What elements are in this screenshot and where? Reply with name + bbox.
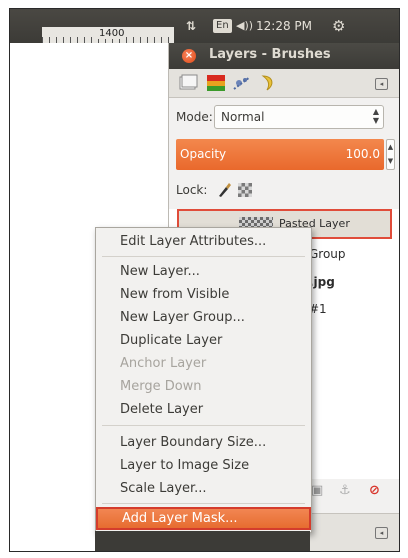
mode-value: Normal [221,110,265,124]
menu-item-layer-to-image-size[interactable]: Layer to Image Size [96,454,311,477]
brushes-tab-icon[interactable] [231,73,255,93]
top-panel: 1400 ⇅ En ◀)) 12:28 PM ⚙ [10,9,399,43]
menu-item-layer-boundary-size[interactable]: Layer Boundary Size... [96,431,311,454]
menu-item-new-layer-group[interactable]: New Layer Group... [96,306,311,329]
volume-icon[interactable]: ◀)) [236,17,253,35]
dock-title: Layers - Brushes [209,47,331,62]
dock-menu-button[interactable]: ◂ [375,527,388,539]
menu-item-anchor-layer: Anchor Layer [120,356,207,371]
menu-overflow-area [95,531,310,551]
opacity-value: 100.0 [345,147,380,161]
layers-tab-icon[interactable] [205,73,229,93]
menu-item-edit-layer-attributes[interactable]: Edit Layer Attributes... [96,230,311,253]
ruler-label: 1400 [98,28,126,39]
opacity-slider[interactable]: Opacity 100.0 [176,139,384,170]
anchor-layer-icon[interactable]: ⚓ [339,483,351,498]
paths-tab-icon[interactable] [177,73,201,93]
keyboard-layout-indicator[interactable]: En [213,19,232,33]
gear-icon[interactable]: ⚙ [332,17,345,35]
clock[interactable]: 12:28 PM [256,17,312,35]
layers-context-menu: Edit Layer Attributes... New Layer... Ne… [95,227,312,533]
menu-item-scale-layer[interactable]: Scale Layer... [96,477,311,500]
menu-separator [102,256,305,257]
menu-item-delete-layer[interactable]: Delete Layer [96,398,311,421]
mode-row: Mode: Normal ▲ ▼ [169,105,399,131]
lock-alpha-icon[interactable] [238,183,252,197]
lock-label: Lock: [176,183,208,197]
opacity-spin-buttons[interactable]: ▲ ▼ [386,139,395,170]
close-button[interactable]: × [182,49,196,63]
menu-item-add-layer-mask[interactable]: Add Layer Mask... [96,507,311,530]
mode-select[interactable]: Normal ▲ ▼ [214,105,384,129]
network-icon[interactable]: ⇅ [186,17,196,35]
menu-item-duplicate-layer[interactable]: Duplicate Layer [96,329,311,352]
screenshot-frame: 1400 ⇅ En ◀)) 12:28 PM ⚙ × Layers - Brus… [9,8,400,552]
chevron-updown-icon: ▲ ▼ [372,107,379,125]
lock-pixels-icon[interactable] [216,182,232,198]
delete-layer-icon[interactable]: ⊘ [369,483,380,498]
dock-tabs: ◂ [169,69,399,98]
menu-item-new-layer[interactable]: New Layer... [96,260,311,283]
menu-item-merge-down: Merge Down [120,379,202,394]
layer-item[interactable]: Group [309,247,346,261]
layer-item[interactable]: .jpg [309,275,335,289]
dock-titlebar: × Layers - Brushes [169,43,399,69]
menu-separator [102,503,305,504]
duplicate-layer-icon[interactable]: ▣ [311,483,323,498]
tab-menu-button[interactable]: ◂ [375,78,388,90]
lock-row: Lock: [176,181,386,201]
opacity-label: Opacity [180,147,227,161]
patterns-tab-icon[interactable] [257,73,281,93]
layer-action-buttons: ▣ ⚓ ⊘ [299,483,399,503]
menu-separator [102,425,305,426]
menu-item-new-from-visible[interactable]: New from Visible [96,283,311,306]
mode-label: Mode: [176,110,213,124]
